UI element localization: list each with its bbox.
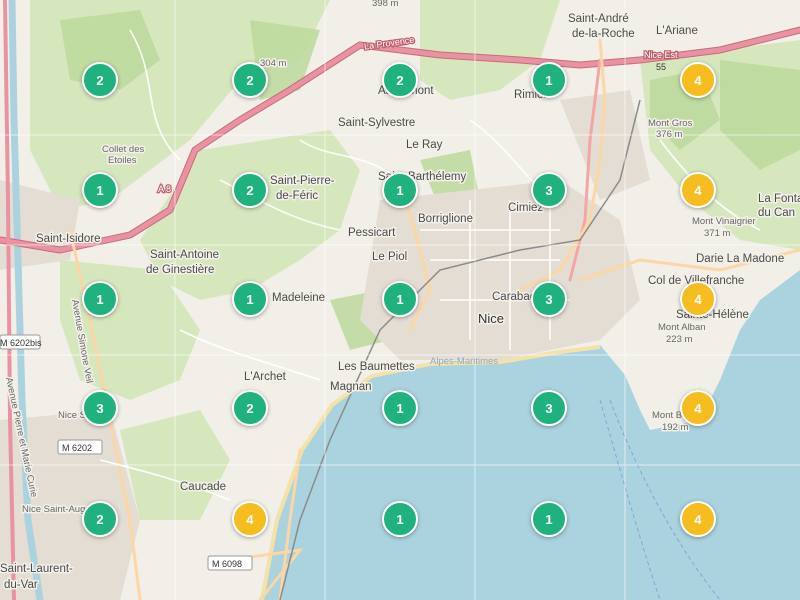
label-a8: A 8 bbox=[158, 184, 171, 194]
cluster-marker[interactable]: 4 bbox=[680, 62, 716, 98]
label-398m: 398 m bbox=[372, 0, 398, 9]
label-nice-est: Nice Est bbox=[644, 50, 678, 60]
cluster-count: 2 bbox=[396, 72, 404, 88]
cluster-count: 2 bbox=[96, 511, 104, 527]
cluster-count: 1 bbox=[96, 291, 104, 307]
cluster-count: 2 bbox=[96, 72, 104, 88]
label-lariane: L'Ariane bbox=[656, 25, 698, 37]
label-borriglione: Borriglione bbox=[418, 213, 473, 225]
cluster-marker[interactable]: 4 bbox=[680, 501, 716, 537]
cluster-marker[interactable]: 2 bbox=[82, 501, 118, 537]
cluster-marker[interactable]: 1 bbox=[382, 281, 418, 317]
cluster-marker[interactable]: 2 bbox=[232, 390, 268, 426]
label-mont-vinaigrier-2: 371 m bbox=[704, 228, 730, 239]
label-mont-alban-1: Mont Alban bbox=[658, 322, 706, 333]
label-mont-gros-2: 376 m bbox=[656, 129, 682, 140]
cluster-count: 1 bbox=[545, 511, 553, 527]
label-mont-vinaigrier-1: Mont Vinaigrier bbox=[692, 216, 756, 227]
label-collet-1: Collet des bbox=[102, 144, 144, 155]
label-alpes-maritimes: Alpes-Maritimes bbox=[430, 356, 498, 367]
cluster-marker[interactable]: 2 bbox=[382, 62, 418, 98]
shield-m6202bis: M 6202bis bbox=[0, 338, 42, 348]
cluster-count: 3 bbox=[545, 182, 553, 198]
label-304m: 304 m bbox=[260, 58, 286, 69]
cluster-count: 4 bbox=[694, 400, 702, 416]
cluster-count: 2 bbox=[246, 182, 254, 198]
label-mont-boron-2: 192 m bbox=[662, 422, 688, 433]
cluster-count: 4 bbox=[694, 291, 702, 307]
cluster-count: 1 bbox=[96, 182, 104, 198]
label-les-baumettes: Les Baumettes bbox=[338, 361, 415, 373]
cluster-marker[interactable]: 2 bbox=[232, 172, 268, 208]
cluster-marker[interactable]: 3 bbox=[531, 281, 567, 317]
cluster-count: 4 bbox=[246, 511, 254, 527]
cluster-marker[interactable]: 1 bbox=[382, 390, 418, 426]
label-pessicart: Pessicart bbox=[348, 227, 396, 239]
cluster-marker[interactable]: 4 bbox=[232, 501, 268, 537]
label-saint-sylvestre: Saint-Sylvestre bbox=[338, 117, 415, 129]
label-saint-pierre-1: Saint-Pierre- bbox=[270, 175, 335, 187]
label-darie-la-madone: Darie La Madone bbox=[696, 253, 784, 265]
cluster-count: 1 bbox=[396, 400, 404, 416]
label-larchet: L'Archet bbox=[244, 371, 287, 383]
label-saint-pierre-2: de-Féric bbox=[276, 190, 318, 202]
cluster-count: 2 bbox=[246, 72, 254, 88]
cluster-count: 1 bbox=[396, 182, 404, 198]
cluster-count: 3 bbox=[545, 291, 553, 307]
cluster-count: 4 bbox=[694, 72, 702, 88]
label-mont-gros-1: Mont Gros bbox=[648, 118, 693, 129]
cluster-marker[interactable]: 3 bbox=[531, 172, 567, 208]
cluster-count: 2 bbox=[246, 400, 254, 416]
label-fontaine-1: La Fonta bbox=[758, 193, 800, 205]
label-nice: Nice bbox=[478, 311, 504, 326]
cluster-marker[interactable]: 3 bbox=[531, 390, 567, 426]
cluster-marker[interactable]: 1 bbox=[531, 62, 567, 98]
cluster-count: 4 bbox=[694, 182, 702, 198]
label-magnan: Magnan bbox=[330, 381, 372, 393]
label-mont-alban-2: 223 m bbox=[666, 334, 692, 345]
label-saint-isidore: Saint-Isidore bbox=[36, 233, 101, 245]
label-le-piol: Le Piol bbox=[372, 251, 407, 263]
cluster-marker[interactable]: 3 bbox=[82, 390, 118, 426]
label-caucade: Caucade bbox=[180, 481, 226, 493]
cluster-marker[interactable]: 1 bbox=[82, 281, 118, 317]
cluster-count: 3 bbox=[545, 400, 553, 416]
cluster-marker[interactable]: 1 bbox=[232, 281, 268, 317]
label-saint-laurent-2: du-Var bbox=[4, 579, 38, 591]
label-le-ray: Le Ray bbox=[406, 139, 443, 151]
cluster-count: 4 bbox=[694, 511, 702, 527]
label-fontaine-2: du Can bbox=[758, 207, 795, 219]
cluster-marker[interactable]: 4 bbox=[680, 281, 716, 317]
label-saint-andre-1: Saint-André bbox=[568, 13, 629, 25]
cluster-marker[interactable]: 2 bbox=[82, 62, 118, 98]
cluster-marker[interactable]: 1 bbox=[382, 501, 418, 537]
cluster-marker[interactable]: 1 bbox=[531, 501, 567, 537]
label-saint-antoine-2: de Ginestière bbox=[146, 264, 214, 276]
cluster-count: 1 bbox=[396, 291, 404, 307]
cluster-count: 1 bbox=[246, 291, 254, 307]
shield-55: 55 bbox=[656, 62, 666, 72]
cluster-marker[interactable]: 1 bbox=[382, 172, 418, 208]
label-saint-andre-2: de-la-Roche bbox=[572, 28, 635, 40]
label-collet-2: Etoiles bbox=[108, 155, 137, 166]
cluster-marker[interactable]: 2 bbox=[232, 62, 268, 98]
cluster-count: 1 bbox=[545, 72, 553, 88]
cluster-marker[interactable]: 1 bbox=[82, 172, 118, 208]
cluster-marker[interactable]: 4 bbox=[680, 390, 716, 426]
cluster-count: 3 bbox=[96, 400, 104, 416]
label-madeleine: Madeleine bbox=[272, 292, 325, 304]
shield-m6098: M 6098 bbox=[212, 559, 242, 569]
cluster-marker[interactable]: 4 bbox=[680, 172, 716, 208]
label-saint-laurent-1: Saint-Laurent- bbox=[0, 563, 73, 575]
cluster-count: 1 bbox=[396, 511, 404, 527]
shield-m6202: M 6202 bbox=[62, 443, 92, 453]
label-saint-antoine-1: Saint-Antoine bbox=[150, 249, 219, 261]
